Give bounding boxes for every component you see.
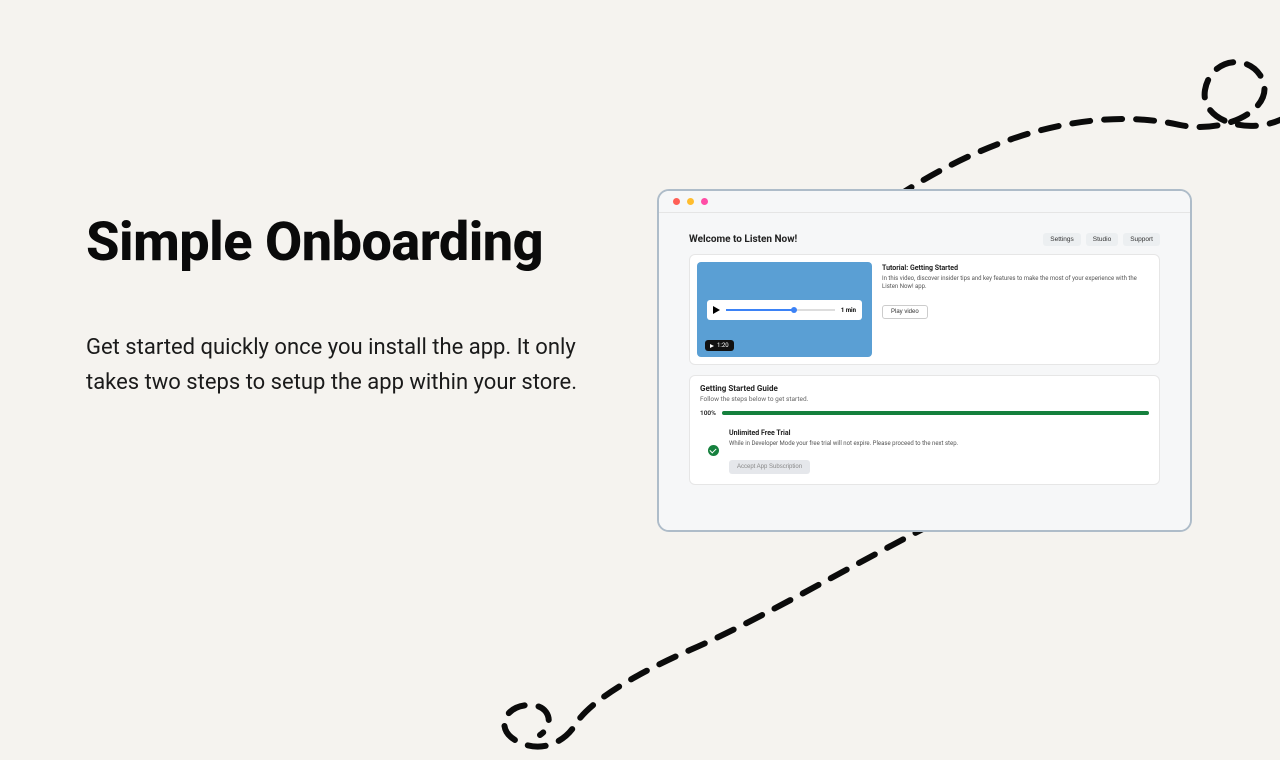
video-thumbnail[interactable]: 1 min 1:20 (697, 262, 872, 357)
settings-button[interactable]: Settings (1043, 233, 1081, 246)
studio-button[interactable]: Studio (1086, 233, 1118, 246)
progress-percent: 100% (700, 409, 716, 417)
hero-description: Get started quickly once you install the… (86, 330, 596, 400)
tutorial-title: Tutorial: Getting Started (882, 264, 1152, 272)
window-close-dot (673, 198, 680, 205)
browser-chrome (659, 191, 1190, 213)
tutorial-card: 1 min 1:20 Tutorial: Getting Started In … (689, 254, 1160, 365)
decorative-squiggle-bottom (340, 500, 960, 760)
guide-title: Getting Started Guide (700, 384, 1149, 393)
check-complete-icon (708, 445, 719, 456)
play-icon (713, 306, 720, 314)
video-seek-line (726, 309, 835, 311)
hero-title: Simple Onboarding (86, 215, 596, 272)
app-title: Welcome to Listen Now! (689, 234, 797, 245)
window-min-dot (687, 198, 694, 205)
guide-subtitle: Follow the steps below to get started. (700, 395, 1149, 403)
progress-bar (722, 411, 1149, 415)
browser-window-mockup: Welcome to Listen Now! Settings Studio S… (657, 189, 1192, 532)
step-title: Unlimited Free Trial (729, 429, 1141, 437)
accept-subscription-button[interactable]: Accept App Subscription (729, 460, 810, 474)
step-description: While in Developer Mode your free trial … (729, 440, 1141, 447)
video-progress-bar: 1 min (707, 300, 862, 320)
play-video-button[interactable]: Play video (882, 305, 928, 319)
video-time-badge: 1:20 (705, 340, 734, 351)
support-button[interactable]: Support (1123, 233, 1160, 246)
tutorial-description: In this video, discover insider tips and… (882, 275, 1152, 292)
getting-started-card: Getting Started Guide Follow the steps b… (689, 375, 1160, 485)
step-row: Unlimited Free Trial While in Developer … (700, 429, 1149, 474)
window-max-dot (701, 198, 708, 205)
video-duration-label: 1 min (841, 307, 856, 314)
